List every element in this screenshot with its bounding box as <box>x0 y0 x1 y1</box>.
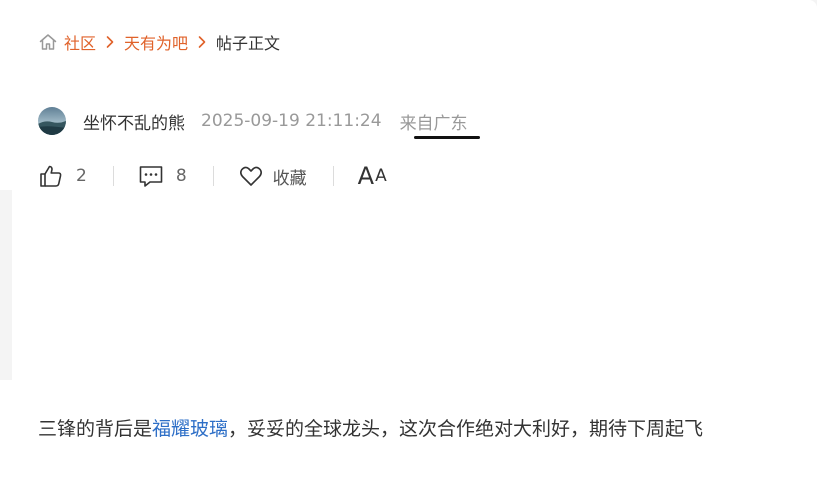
font-size-small: A <box>375 166 387 186</box>
post-text-after: ，妥妥的全球龙头，这次合作绝对大利好，期待下周起飞 <box>228 418 704 440</box>
post-location: 来自广东 <box>399 109 480 139</box>
post-card: 社区 天有为吧 帖子正文 坐怀不乱的熊 2025-09-19 21:11:24 … <box>0 0 817 496</box>
avatar[interactable] <box>38 107 66 135</box>
comment-count: 8 <box>175 166 187 186</box>
divider <box>112 166 114 186</box>
breadcrumb-current: 帖子正文 <box>216 34 281 53</box>
chevron-right-icon <box>102 34 118 50</box>
action-bar: 2 8 收藏 A A <box>38 158 387 194</box>
breadcrumb: 社区 天有为吧 帖子正文 <box>38 30 280 54</box>
thumb-up-icon <box>38 163 64 189</box>
home-icon[interactable] <box>38 32 58 52</box>
favorite-button[interactable]: 收藏 <box>238 163 307 189</box>
like-button[interactable]: 2 <box>38 163 87 189</box>
post-content: 三锋的背后是福耀玻璃，妥妥的全球龙头，这次合作绝对大利好，期待下周起飞 <box>38 414 703 441</box>
font-size-large: A <box>357 162 375 190</box>
post-text-before: 三锋的背后是 <box>38 418 153 440</box>
post-time: 2025-09-19 21:11:24 <box>201 111 382 131</box>
breadcrumb-community[interactable]: 社区 <box>64 30 96 54</box>
chevron-right-icon <box>194 34 210 50</box>
author-name[interactable]: 坐怀不乱的熊 <box>83 109 185 134</box>
author-row: 坐怀不乱的熊 2025-09-19 21:11:24 来自广东 <box>38 105 480 139</box>
divider <box>212 166 214 186</box>
heart-icon <box>238 163 264 189</box>
location-underline <box>413 135 480 139</box>
divider <box>332 166 334 186</box>
post-location-text: 来自广东 <box>399 113 468 134</box>
comment-icon <box>138 163 164 189</box>
post-link[interactable]: 福耀玻璃 <box>152 418 228 440</box>
comment-button[interactable]: 8 <box>138 163 187 189</box>
breadcrumb-forum[interactable]: 天有为吧 <box>124 30 188 54</box>
like-count: 2 <box>76 166 87 186</box>
background-strip <box>0 190 12 380</box>
favorite-label: 收藏 <box>272 168 307 189</box>
font-size-toggle[interactable]: A A <box>358 162 387 190</box>
